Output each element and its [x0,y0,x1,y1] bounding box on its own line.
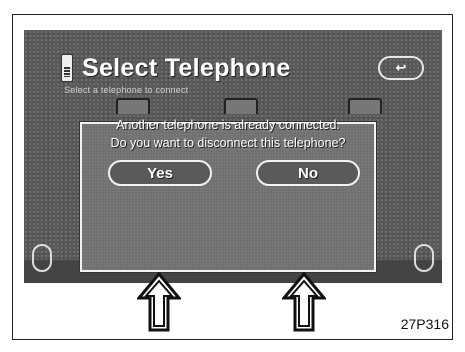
telephone-icon [61,54,73,82]
right-edge-button[interactable] [414,244,434,272]
navigation-screen: Select Telephone Select a telephone to c… [24,30,442,283]
back-button[interactable]: ↩ [378,56,424,80]
pointer-arrow-yes-icon [137,272,181,332]
telephone-slot-3[interactable] [348,98,382,114]
telephone-slot-1[interactable] [116,98,150,114]
dialog-message-line-1: Another telephone is already connected. [116,118,340,132]
telephone-slot-2[interactable] [224,98,258,114]
dialog-message-line-2: Do you want to disconnect this telephone… [110,136,346,150]
screen-subtitle: Select a telephone to connect [64,85,189,95]
no-button[interactable]: No [256,160,360,186]
figure-code: 27P316 [400,316,449,332]
pointer-arrow-no-icon [282,272,326,332]
screen-title: Select Telephone [82,54,291,82]
yes-button[interactable]: Yes [108,160,212,186]
left-edge-button[interactable] [32,244,52,272]
